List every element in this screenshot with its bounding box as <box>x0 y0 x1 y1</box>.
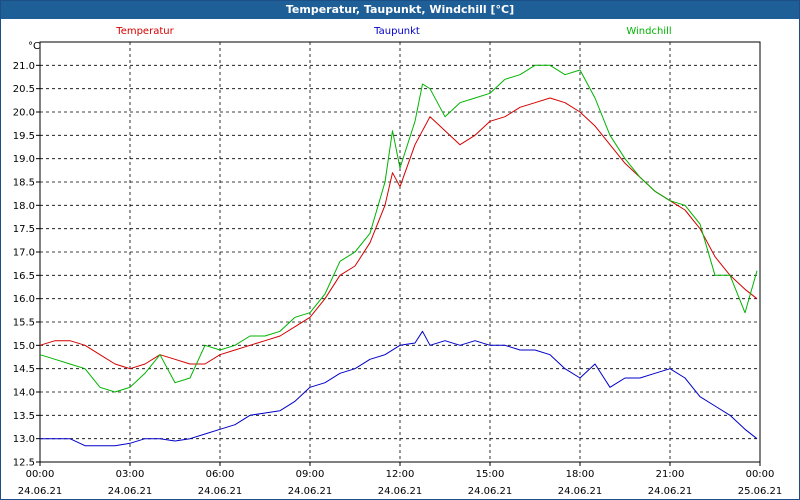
y-tick-label: 16.0 <box>13 294 35 305</box>
y-tick-label: 19.5 <box>13 131 35 142</box>
x-tick-date-label: 25.06.21 <box>738 486 783 497</box>
grid-lines <box>40 42 760 463</box>
y-tick-label: 15.5 <box>13 318 35 329</box>
x-tick-date-label: 24.06.21 <box>378 486 423 497</box>
x-tick-time-label: 03:00 <box>116 469 145 480</box>
y-tick-label: 20.0 <box>13 108 35 119</box>
y-tick-label: 18.5 <box>13 178 35 189</box>
x-tick-date-label: 24.06.21 <box>558 486 603 497</box>
x-tick-date-label: 24.06.21 <box>648 486 693 497</box>
y-tick-label: 12.5 <box>13 458 35 469</box>
x-tick-time-label: 09:00 <box>296 469 325 480</box>
x-tick-time-label: 21:00 <box>656 469 685 480</box>
series-line-taupunkt <box>40 330 758 447</box>
y-tick-label: 14.5 <box>13 364 35 375</box>
y-tick-label: 21.0 <box>13 61 35 72</box>
series-lines <box>39 64 758 447</box>
x-tick-time-label: 15:00 <box>476 469 505 480</box>
x-tick-time-label: 00:00 <box>746 469 775 480</box>
x-axis-ticks: 00:00 24.06.21 03:00 24.06.21 06:00 24.06.21 0… <box>18 462 783 497</box>
x-tick-time-label: 06:00 <box>206 469 235 480</box>
x-tick-date-label: 24.06.21 <box>108 486 153 497</box>
y-tick-label: 18.0 <box>13 201 35 212</box>
series-line-windchill <box>39 64 758 393</box>
y-tick-label: 19.0 <box>13 154 35 165</box>
x-tick-time-label: 00:00 <box>26 469 55 480</box>
y-tick-label: 15.0 <box>13 341 35 352</box>
y-tick-label: 16.5 <box>13 271 35 282</box>
chart-window: Temperatur, Taupunkt, Windchill [°C] 12.… <box>0 0 800 500</box>
line-chart: 12.5 13.0 13.5 14.0 14.5 15.0 15.5 16.0 16.5 17.0… <box>13 26 783 497</box>
y-tick-label: 14.0 <box>13 388 35 399</box>
x-tick-date-label: 24.06.21 <box>18 486 63 497</box>
legend-item-taupunkt: Taupunkt <box>373 26 420 37</box>
y-tick-label: 13.5 <box>13 411 35 422</box>
legend-item-windchill: Windchill <box>626 26 671 37</box>
chart-title: Temperatur, Taupunkt, Windchill [°C] <box>1 1 799 19</box>
y-unit-label: °C <box>28 41 40 52</box>
legend-item-temperatur: Temperatur <box>115 26 174 37</box>
legend: Temperatur Taupunkt Windchill <box>115 26 671 37</box>
y-tick-label: 13.0 <box>13 434 35 445</box>
y-tick-label: 20.5 <box>13 84 35 95</box>
series-line-temperatur <box>39 97 758 370</box>
y-axis-ticks: 12.5 13.0 13.5 14.0 14.5 15.0 15.5 16.0 16.5 17.0… <box>13 61 40 469</box>
x-tick-time-label: 12:00 <box>386 469 415 480</box>
x-tick-date-label: 24.06.21 <box>198 486 243 497</box>
y-tick-label: 17.5 <box>13 224 35 235</box>
x-tick-date-label: 24.06.21 <box>468 486 513 497</box>
x-tick-time-label: 18:00 <box>566 469 595 480</box>
x-tick-date-label: 24.06.21 <box>288 486 333 497</box>
y-tick-label: 17.0 <box>13 248 35 259</box>
